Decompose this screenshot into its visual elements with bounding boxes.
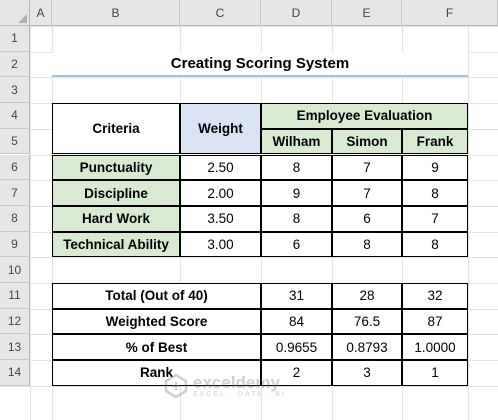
row-header-1[interactable]: 1 [0,26,30,52]
score-value: 6 [261,231,332,258]
column-header-d[interactable]: D [261,0,332,26]
summary-value: 3 [332,360,402,386]
criteria-label: Technical Ability [52,231,180,258]
row-header-12[interactable]: 12 [0,308,30,335]
employee-header: Frank [402,128,468,155]
row-header-14[interactable]: 14 [0,360,30,386]
summary-value: 76.5 [332,308,402,335]
weight-value: 2.50 [180,154,261,181]
gridline [0,26,498,27]
row-header-6[interactable]: 6 [0,154,30,181]
gridline [468,0,469,420]
score-value: 7 [332,180,402,206]
weight-header: Weight [180,103,261,155]
row-header-8[interactable]: 8 [0,205,30,232]
select-all-corner[interactable] [0,0,30,26]
evaluation-header: Employee Evaluation [261,103,468,129]
weight-value: 3.50 [180,205,261,232]
exceldemy-logo-icon [164,373,188,399]
column-header-b[interactable]: B [52,0,180,26]
summary-value: 0.9655 [261,334,332,361]
summary-label: Total (Out of 40) [52,283,261,309]
row-header-4[interactable]: 4 [0,103,30,129]
criteria-label: Punctuality [52,154,180,181]
criteria-label: Discipline [52,180,180,206]
row-header-9[interactable]: 9 [0,231,30,258]
select-all-triangle-icon [18,14,27,23]
score-value: 8 [332,231,402,258]
score-value: 7 [402,205,468,232]
summary-value: 0.8793 [332,334,402,361]
score-value: 7 [332,154,402,181]
row-header-13[interactable]: 13 [0,334,30,361]
row-header-3[interactable]: 3 [0,77,30,104]
score-value: 8 [402,180,468,206]
employee-header: Simon [332,128,402,155]
column-header-e[interactable]: E [332,0,402,26]
row-header-5[interactable]: 5 [0,128,30,155]
summary-value: 84 [261,308,332,335]
summary-value: 87 [402,308,468,335]
weight-value: 3.00 [180,231,261,258]
gridline [0,77,498,79]
summary-value: 1 [402,360,468,386]
criteria-label: Hard Work [52,205,180,232]
summary-value: 28 [332,283,402,309]
page-title: Creating Scoring System [52,51,468,78]
summary-label: Weighted Score [52,308,261,335]
row-header-10[interactable]: 10 [0,257,30,283]
gridline [30,0,31,420]
watermark-name: exceldemy [193,372,280,392]
summary-value: 1.0000 [402,334,468,361]
row-header-11[interactable]: 11 [0,283,30,309]
score-value: 9 [261,180,332,206]
gridline [0,257,498,259]
row-header-2[interactable]: 2 [0,51,30,78]
exceldemy-watermark-logo: exceldemy EXCEL · DATA · BI [163,366,313,406]
weight-value: 2.00 [180,180,261,206]
column-header-a[interactable]: A [30,0,52,26]
column-header-c[interactable]: C [180,0,261,26]
summary-label: % of Best [52,334,261,361]
spreadsheet: A B C D E F 1 2 3 4 5 6 7 8 9 10 11 12 13 14 Creating Scorin… [0,0,498,420]
employee-header: Wilham [261,128,332,155]
score-value: 6 [332,205,402,232]
watermark-tagline: EXCEL · DATA · BI [193,390,286,398]
score-value: 8 [261,205,332,232]
row-header-7[interactable]: 7 [0,180,30,206]
score-value: 9 [402,154,468,181]
score-value: 8 [402,231,468,258]
summary-value: 31 [261,283,332,309]
criteria-header: Criteria [52,103,180,155]
column-header-blank [468,0,498,26]
score-value: 8 [261,154,332,181]
summary-value: 32 [402,283,468,309]
